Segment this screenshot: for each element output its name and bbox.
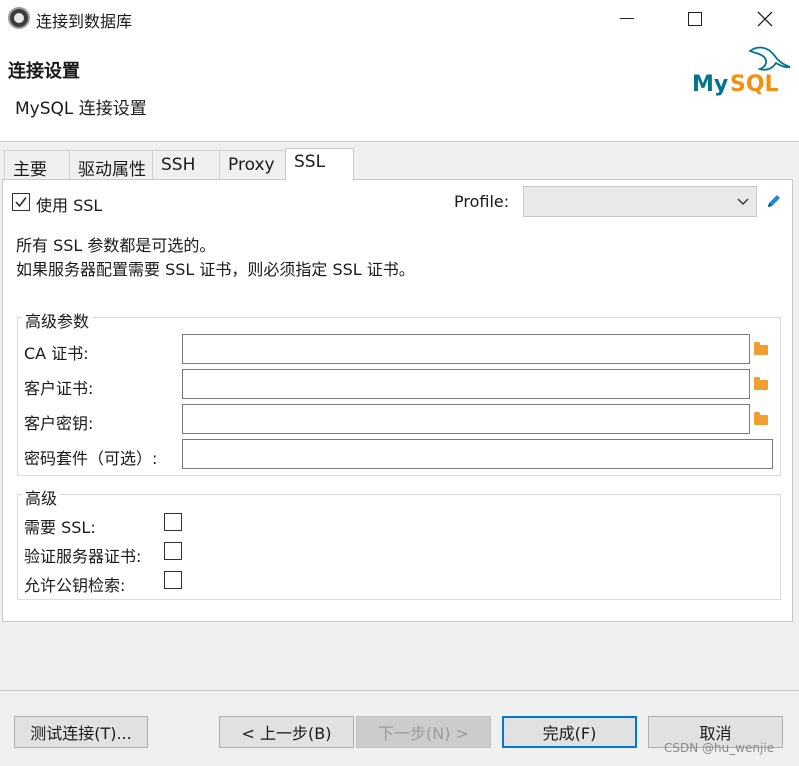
tab-main[interactable]: 主要 — [4, 150, 70, 180]
cipher-suites-label: 密码套件（可选）: — [24, 449, 158, 468]
finish-button[interactable]: 完成(F) — [502, 716, 637, 748]
allow-public-key-retrieval-label: 允许公钥检索: — [24, 576, 126, 595]
folder-icon[interactable] — [754, 342, 768, 355]
tab-ssl[interactable]: SSL — [285, 148, 354, 181]
allow-public-key-retrieval-checkbox[interactable] — [164, 571, 182, 589]
svg-text:My: My — [692, 72, 728, 97]
ca-cert-label: CA 证书: — [24, 344, 89, 363]
watermark: CSDN @hu_wenjie — [664, 741, 775, 755]
client-key-label: 客户密钥: — [24, 414, 94, 433]
advanced-title: 高级 — [22, 485, 61, 509]
cipher-suites-input[interactable] — [182, 439, 773, 469]
tab-bar: 主要 驱动属性 SSH Proxy SSL — [0, 148, 799, 181]
back-button[interactable]: < 上一步(B) — [219, 716, 354, 748]
tab-ssh[interactable]: SSH — [152, 150, 220, 180]
require-ssl-checkbox[interactable] — [164, 513, 182, 531]
folder-icon[interactable] — [754, 412, 768, 425]
use-ssl-checkbox[interactable] — [12, 193, 30, 211]
window-title: 连接到数据库 — [36, 12, 133, 31]
wizard-header: 连接设置 MySQL 连接设置 My SQL — [0, 37, 799, 142]
next-button[interactable]: 下一步(N) > — [356, 716, 491, 748]
require-ssl-label: 需要 SSL: — [24, 518, 96, 537]
pencil-icon[interactable] — [765, 192, 783, 210]
maximize-button[interactable] — [660, 0, 730, 37]
ssl-info-line1: 所有 SSL 参数都是可选的。 — [16, 236, 216, 255]
minimize-button[interactable] — [592, 0, 662, 37]
svg-text:SQL: SQL — [730, 72, 779, 97]
close-icon — [757, 11, 773, 26]
minimize-icon — [620, 18, 634, 19]
use-ssl-label: 使用 SSL — [36, 196, 103, 215]
client-cert-label: 客户证书: — [24, 379, 94, 398]
footer-divider — [0, 690, 799, 691]
app-icon — [8, 7, 30, 29]
client-key-input[interactable] — [182, 404, 750, 434]
title-bar: 连接到数据库 — [0, 0, 799, 37]
test-connection-button[interactable]: 测试连接(T)... — [14, 716, 148, 748]
verify-server-cert-label: 验证服务器证书: — [24, 547, 142, 566]
page-subtitle: MySQL 连接设置 — [15, 99, 147, 119]
tab-proxy[interactable]: Proxy — [219, 150, 286, 180]
page-title: 连接设置 — [8, 61, 80, 82]
maximize-icon — [688, 11, 702, 26]
ssl-info-line2: 如果服务器配置需要 SSL 证书，则必须指定 SSL 证书。 — [16, 260, 415, 279]
ca-cert-input[interactable] — [182, 334, 750, 364]
tab-driver-properties[interactable]: 驱动属性 — [69, 150, 153, 180]
profile-label: Profile: — [454, 192, 510, 211]
checkmark-icon — [15, 197, 27, 208]
advanced-params-title: 高级参数 — [22, 308, 93, 332]
chevron-down-icon — [737, 198, 749, 205]
client-cert-input[interactable] — [182, 369, 750, 399]
verify-server-cert-checkbox[interactable] — [164, 542, 182, 560]
profile-select[interactable] — [523, 186, 757, 217]
mysql-logo: My SQL — [692, 46, 791, 97]
close-button[interactable] — [730, 0, 799, 37]
folder-icon[interactable] — [754, 377, 768, 390]
